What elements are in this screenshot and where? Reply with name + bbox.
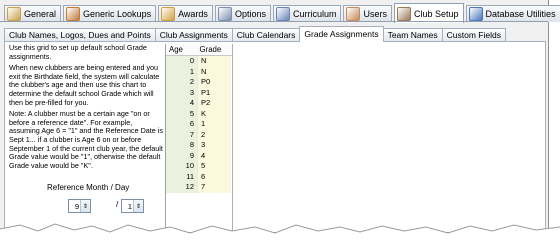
subtab-club-calendars[interactable]: Club Calendars [231, 28, 301, 42]
table-row[interactable]: 5K [166, 108, 232, 119]
subtab-team-names[interactable]: Team Names [382, 28, 443, 42]
table-row[interactable]: 1N [166, 66, 232, 77]
grade-cell[interactable]: 4 [198, 150, 231, 161]
age-cell[interactable]: 10 [166, 161, 198, 172]
grade-cell[interactable]: K [198, 108, 231, 119]
awards-icon [161, 7, 176, 21]
age-cell[interactable]: 11 [166, 171, 198, 182]
grade-cell[interactable]: 2 [198, 129, 231, 140]
tab-label: General [24, 9, 57, 19]
database-utilities-icon [468, 7, 483, 21]
tab-generic-lookups[interactable]: Generic Lookups [63, 5, 157, 22]
tab-label: Database Utilities [485, 9, 556, 19]
options-icon [217, 7, 232, 21]
age-cell[interactable]: 3 [166, 87, 198, 98]
table-row[interactable]: 83 [166, 140, 232, 151]
spin-arrows-icon[interactable]: ⇕ [80, 200, 90, 212]
age-cell[interactable]: 0 [166, 56, 198, 67]
tab-label: Club Setup [414, 8, 459, 19]
grade-cell[interactable]: 5 [198, 161, 231, 172]
tab-label: Curriculum [292, 9, 337, 19]
tab-label: Awards [178, 9, 208, 19]
grade-cell[interactable]: P2 [198, 98, 231, 109]
grade-cell[interactable]: N [198, 56, 231, 67]
reference-month-stepper[interactable]: 9 ⇕ [68, 199, 91, 213]
tab-general[interactable]: General [4, 5, 62, 22]
age-cell[interactable]: 4 [166, 98, 198, 109]
sub-tab-bar: Club Names, Logos, Dues and Points Club A… [4, 26, 506, 42]
age-cell[interactable]: 9 [166, 150, 198, 161]
top-tab-bar: General Generic Lookups Awards Options Curri… [4, 3, 560, 23]
subtab-club-names-logos-dues-and-points[interactable]: Club Names, Logos, Dues and Points [4, 28, 156, 42]
tab-curriculum[interactable]: Curriculum [272, 5, 342, 22]
grid-body: 0 N 1 N 2 P0 3 P1 4 P2 5 K 6 1 7 2 8 3 9 4 10 5 11 6 12 7 [166, 56, 232, 193]
torn-edge [0, 223, 560, 245]
reference-month-value: 9 [74, 201, 79, 211]
grade-grid[interactable]: Age Grade 0 N 1 N 2 P0 3 P1 4 P2 5 K 6 1 7 2 8 3 9 4 10 5 11 6 1… [165, 44, 232, 232]
grade-cell[interactable]: 6 [198, 171, 231, 182]
table-row[interactable]: 61 [166, 119, 232, 130]
grade-cell[interactable]: 1 [198, 119, 231, 130]
table-row[interactable]: 72 [166, 129, 232, 140]
grid-header: Age Grade [166, 44, 232, 56]
generic-lookups-icon [66, 7, 81, 21]
reference-date-label: Reference Month / Day [47, 183, 130, 192]
users-icon [346, 7, 361, 21]
grid-empty-area [232, 44, 545, 232]
reference-day-stepper[interactable]: 1 ⇕ [121, 199, 144, 213]
help-paragraph-note: Note: A clubber must be a certain age "o… [9, 109, 163, 170]
grade-cell[interactable]: 7 [198, 182, 231, 193]
subtab-grade-assignments[interactable]: Grade Assignments [299, 26, 384, 42]
table-row[interactable]: 10 5 [166, 161, 232, 172]
help-text: Use this grid to set up default school G… [9, 43, 163, 173]
tab-divider [0, 21, 548, 22]
spin-arrows-icon[interactable]: ⇕ [133, 200, 143, 212]
age-cell[interactable]: 12 [166, 182, 198, 193]
age-cell[interactable]: 2 [166, 77, 198, 88]
grade-cell[interactable]: N [198, 66, 231, 77]
tab-users[interactable]: Users [343, 5, 392, 22]
table-row[interactable]: 3 P1 [166, 87, 232, 98]
grade-cell[interactable]: 3 [198, 140, 231, 151]
tab-options[interactable]: Options [214, 5, 271, 22]
grade-cell[interactable]: P0 [198, 77, 231, 88]
tab-awards[interactable]: Awards [158, 5, 213, 22]
age-cell[interactable]: 1 [166, 66, 198, 77]
age-cell[interactable]: 8 [166, 140, 198, 151]
column-header-grade[interactable]: Grade [197, 44, 232, 55]
date-separator: / [116, 200, 119, 209]
subtab-club-assignments[interactable]: Club Assignments [154, 28, 233, 42]
curriculum-icon [275, 7, 290, 21]
subtab-custom-fields[interactable]: Custom Fields [441, 28, 506, 42]
table-row[interactable]: 94 [166, 150, 232, 161]
table-row[interactable]: 2 P0 [166, 77, 232, 88]
table-row[interactable]: 12 7 [166, 182, 232, 193]
grade-assignments-panel: Use this grid to set up default school G… [4, 41, 546, 233]
column-header-age[interactable]: Age [166, 44, 197, 55]
tab-club-setup[interactable]: Club Setup [394, 3, 464, 23]
age-cell[interactable]: 7 [166, 129, 198, 140]
age-cell[interactable]: 6 [166, 119, 198, 130]
help-paragraph-calculation: When new clubbers are being entered and … [9, 63, 160, 107]
help-paragraph-intro: Use this grid to set up default school G… [9, 43, 147, 61]
tab-label: Users [363, 9, 387, 19]
table-row[interactable]: 4 P2 [166, 98, 232, 109]
table-row[interactable]: 0N [166, 56, 232, 67]
grade-cell[interactable]: P1 [198, 87, 231, 98]
tab-label: Options [234, 9, 266, 19]
table-row[interactable]: 11 6 [166, 171, 232, 182]
general-icon [7, 7, 21, 21]
tab-label: Generic Lookups [83, 9, 152, 19]
club-setup-icon [397, 6, 411, 21]
reference-day-value: 1 [127, 201, 132, 211]
age-cell[interactable]: 5 [166, 108, 198, 119]
tab-database-utilities[interactable]: Database Utilities [465, 5, 560, 22]
settings-window: General Generic Lookups Awards Options Curri… [0, 0, 560, 233]
